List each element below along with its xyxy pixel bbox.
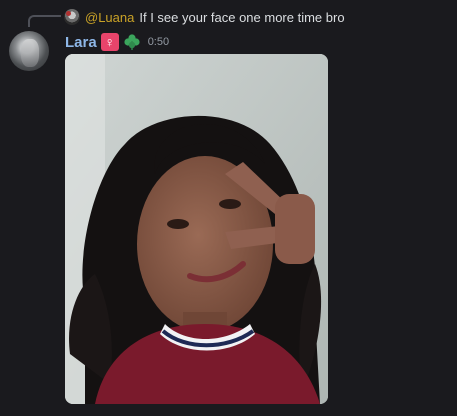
female-sign-icon: ♀ (100, 33, 119, 51)
clover-icon (123, 33, 141, 51)
author-username[interactable]: Lara (65, 34, 97, 51)
reply-mention[interactable]: @Luana (85, 10, 134, 25)
author-avatar[interactable] (9, 31, 49, 71)
reply-connector (28, 15, 61, 27)
reply-preview[interactable]: @Luana If I see your face one more time … (64, 7, 345, 27)
message-timestamp: 0:50 (147, 36, 170, 48)
image-attachment[interactable] (65, 54, 328, 404)
message-header: Lara ♀ 0:50 (65, 31, 169, 53)
chat-message: @Luana If I see your face one more time … (0, 0, 457, 416)
selfie-photo (65, 54, 328, 404)
reply-avatar[interactable] (64, 9, 80, 25)
reply-text[interactable]: If I see your face one more time bro (139, 10, 344, 25)
